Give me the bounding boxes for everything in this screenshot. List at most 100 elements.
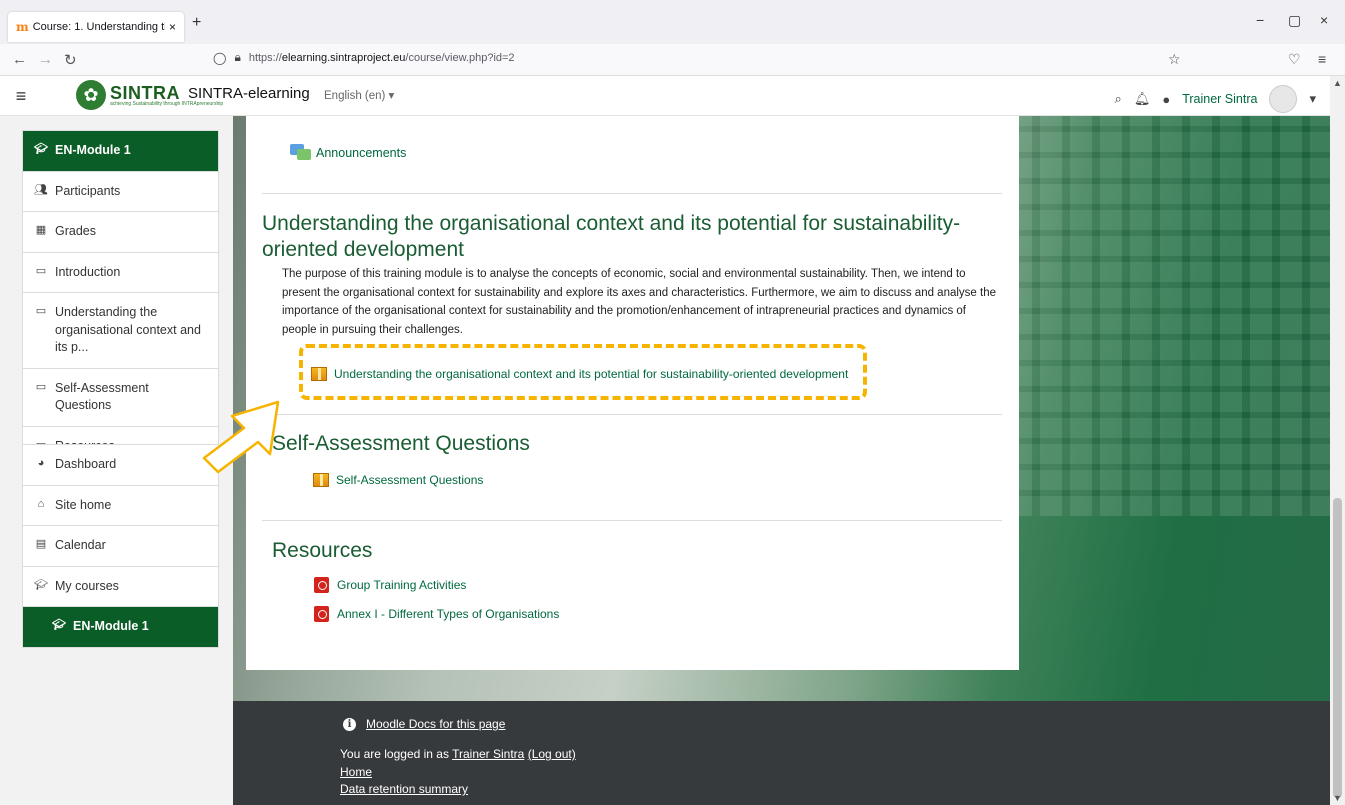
highlight-box (299, 344, 867, 400)
shield-icon: ◯ (213, 50, 227, 65)
browser-tab[interactable]: m Course: 1. Understanding the o × (8, 12, 184, 42)
search-icon[interactable]: ⌕ (1115, 91, 1122, 107)
new-tab-button[interactable]: + (192, 14, 201, 32)
footer-home-link[interactable]: Home (340, 765, 372, 779)
info-icon: i (343, 717, 356, 731)
nav-item-label: Dashboard (55, 457, 117, 471)
resource-label: Annex I - Different Types of Organisatio… (337, 607, 560, 621)
nav-item-understanding[interactable]: ▭ Understanding the organisational conte… (23, 293, 218, 369)
course-nav-list: 🎓︎ EN-Module 1 👥︎ Participants ▦ Grades … (22, 130, 219, 467)
nav-item-label: Grades (55, 224, 96, 238)
login-prefix: You are logged in as (340, 747, 453, 761)
menu-icon[interactable]: ≡ (1318, 51, 1326, 67)
package-icon (313, 473, 329, 487)
nav-item-dashboard[interactable]: ◕ Dashboard (23, 445, 218, 486)
pdf-icon (314, 606, 329, 622)
section-divider (262, 414, 1002, 415)
window-close-icon[interactable]: × (1320, 12, 1328, 28)
resource-group-training[interactable]: Group Training Activities (314, 577, 466, 593)
moodle-docs-label: Moodle Docs for this page (366, 717, 506, 731)
maximize-icon[interactable]: ▢ (1288, 12, 1301, 29)
nav-item-introduction[interactable]: ▭ Introduction (23, 253, 218, 293)
bell-icon[interactable]: 🔔︎ (1134, 91, 1151, 107)
message-icon[interactable]: ● (1162, 92, 1170, 107)
logo-tagline: achieving Sustainability through INTRApr… (110, 100, 224, 107)
scroll-down-icon[interactable]: ▼ (1333, 793, 1342, 803)
nav-item-calendar[interactable]: ▤ Calendar (23, 526, 218, 567)
folder-icon: ▭ (35, 264, 47, 277)
data-retention-link[interactable]: Data retention summary (340, 782, 468, 796)
page-footer: i Moodle Docs for this page You are logg… (233, 701, 1330, 805)
user-menu-caret-icon[interactable]: ▾ (1309, 91, 1316, 107)
nav-item-label: Introduction (55, 264, 121, 279)
nav-item-site-home[interactable]: ⌂ Site home (23, 486, 218, 526)
user-name[interactable]: Trainer Sintra (1182, 92, 1257, 106)
nav-item-label: Understanding the organisational context… (55, 305, 201, 354)
nav-item-label: Participants (55, 183, 121, 198)
folder-icon: ▭ (35, 305, 47, 317)
site-name[interactable]: SINTRA-elearning (188, 85, 310, 102)
login-info: You are logged in as Trainer Sintra (Log… (340, 747, 576, 761)
bookmark-star-icon[interactable]: ☆ (1168, 51, 1181, 68)
section-title-resources[interactable]: Resources (272, 538, 372, 564)
nav-item-my-course-en-module-1[interactable]: 🎓︎ EN-Module 1 (23, 607, 218, 647)
logo-text: SINTRA (110, 82, 180, 103)
browser-toolbar: ← → ↻ ◯ 🔒︎ https://elearning.sintraproje… (0, 44, 1345, 76)
drawer-toggle-icon[interactable]: ≡ (8, 83, 34, 109)
login-user-link[interactable]: Trainer Sintra (452, 747, 524, 761)
nav-item-course-en-module-1[interactable]: 🎓︎ EN-Module 1 (23, 131, 218, 172)
section-title-understanding[interactable]: Understanding the organisational context… (262, 211, 982, 264)
forward-arrow-icon[interactable]: → (38, 51, 53, 68)
site-navbar: ≡ ✿ SINTRA achieving Sustainability thro… (0, 76, 1330, 116)
reload-icon[interactable]: ↻ (64, 51, 77, 69)
nav-item-label: My courses (55, 578, 119, 593)
graduation-cap-icon: 🎓︎ (34, 143, 48, 155)
language-menu[interactable]: English (en) ▾ (324, 88, 394, 102)
nav-item-grades[interactable]: ▦ Grades (23, 212, 218, 253)
nav-item-my-courses[interactable]: 🎓︎ My courses (23, 567, 218, 607)
address-bar[interactable]: ◯ 🔒︎ https://elearning.sintraproject.eu /… (213, 50, 515, 65)
announcements-label: Announcements (316, 146, 407, 160)
resource-label: Group Training Activities (337, 578, 467, 592)
nav-item-label: Self-Assessment Questions (55, 380, 149, 413)
nav-drawer: 🎓︎ EN-Module 1 👥︎ Participants ▦ Grades … (0, 116, 233, 805)
scrollbar-thumb[interactable] (1333, 498, 1342, 798)
activity-label: Self-Assessment Questions (336, 473, 484, 487)
pointer-arrow-icon (202, 400, 280, 474)
nav-item-label: EN-Module 1 (73, 619, 149, 633)
lock-icon: 🔒︎ (234, 50, 241, 64)
nav-item-label: Site home (55, 497, 112, 512)
graduation-cap-icon: 🎓︎ (34, 578, 48, 591)
section-title-self-assessment[interactable]: Self-Assessment Questions (272, 431, 530, 457)
minimize-icon[interactable]: − (1256, 12, 1264, 28)
pocket-icon[interactable]: ♡ (1288, 51, 1301, 68)
pdf-icon (314, 577, 329, 593)
gear-leaf-icon: ✿ (76, 80, 106, 110)
users-icon: 👥︎ (34, 183, 48, 196)
page-scrollbar[interactable]: ▲ ▼ (1330, 76, 1345, 805)
section-summary: The purpose of this training module is t… (282, 268, 997, 337)
url-prefix: https:// (248, 51, 282, 64)
back-arrow-icon[interactable]: ← (12, 51, 27, 68)
section-divider (262, 193, 1002, 194)
moodle-docs-link[interactable]: i Moodle Docs for this page (343, 717, 505, 731)
site-nav-list: ◕ Dashboard ⌂ Site home ▤ Calendar 🎓︎ My… (22, 444, 219, 648)
activity-self-assessment[interactable]: Self-Assessment Questions (313, 473, 483, 487)
nav-item-self-assessment[interactable]: ▭ Self-Assessment Questions (23, 369, 218, 427)
nav-item-label: EN-Module 1 (55, 143, 131, 157)
moodle-favicon-icon: m (16, 20, 29, 34)
browser-tab-bar: m Course: 1. Understanding the o × + − ▢… (0, 0, 1345, 44)
url-host: elearning.sintraproject.eu (281, 51, 406, 64)
nav-item-participants[interactable]: 👥︎ Participants (23, 172, 218, 212)
home-icon: ⌂ (37, 497, 45, 510)
avatar[interactable] (1269, 85, 1298, 113)
logout-link[interactable]: (Log out) (528, 747, 576, 761)
tab-close-icon[interactable]: × (169, 20, 176, 34)
announcements-link[interactable]: Announcements (290, 144, 406, 162)
calendar-icon: ▤ (35, 538, 47, 550)
scroll-up-icon[interactable]: ▲ (1333, 78, 1342, 88)
resource-annex-i[interactable]: Annex I - Different Types of Organisatio… (314, 606, 559, 622)
folder-icon: ▭ (35, 380, 47, 393)
nav-item-label: Calendar (55, 538, 106, 552)
section-divider (262, 520, 1002, 521)
